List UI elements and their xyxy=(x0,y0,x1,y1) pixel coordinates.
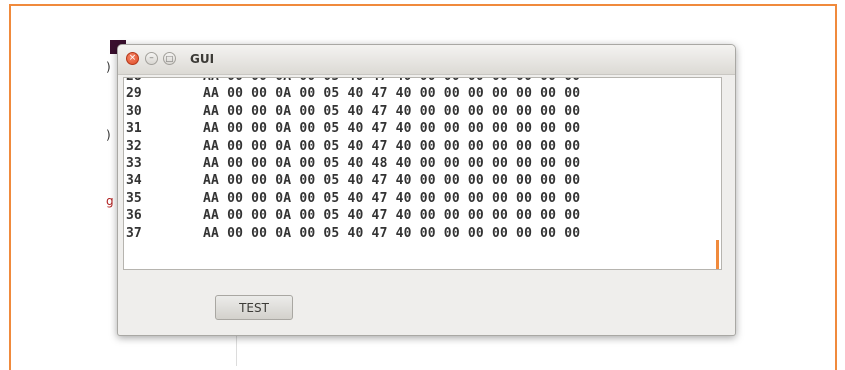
row-number: 28 xyxy=(126,78,142,84)
background-text-fragment: g xyxy=(106,194,114,208)
output-row: 36 AA 00 00 0A 00 05 40 47 40 00 00 00 00… xyxy=(124,208,721,225)
row-hex-bytes: AA 00 00 0A 00 05 40 47 40 00 00 00 00 0… xyxy=(203,86,581,102)
minimize-icon[interactable]: – xyxy=(145,52,158,65)
window-title: GUI xyxy=(190,52,215,66)
window-titlebar[interactable]: × – □ GUI xyxy=(118,45,735,75)
row-number: 29 xyxy=(126,86,142,102)
test-button[interactable]: TEST xyxy=(215,295,293,320)
row-hex-bytes: AA 00 00 0A 00 05 40 47 40 00 00 00 00 0… xyxy=(203,190,581,206)
row-hex-bytes: AA 00 00 0A 00 05 40 47 40 00 00 00 00 0… xyxy=(203,78,580,84)
row-hex-bytes: AA 00 00 0A 00 05 40 47 40 00 00 00 00 0… xyxy=(203,208,581,224)
output-row: 33 AA 00 00 0A 00 05 40 48 40 00 00 00 00… xyxy=(124,156,721,173)
output-rows: 28 AA 00 00 0A 00 05 40 47 40 00 00 00 00… xyxy=(124,78,721,243)
background-divider xyxy=(236,336,237,366)
background-text-fragment: ) xyxy=(106,128,111,142)
row-hex-bytes: AA 00 00 0A 00 05 40 47 40 00 00 00 00 0… xyxy=(203,121,581,137)
output-row: 31 AA 00 00 0A 00 05 40 47 40 00 00 00 00… xyxy=(124,121,721,138)
output-row: 32 AA 00 00 0A 00 05 40 47 40 00 00 00 00… xyxy=(124,139,721,156)
row-number: 33 xyxy=(126,155,142,171)
row-hex-bytes: AA 00 00 0A 00 05 40 47 40 00 00 00 00 0… xyxy=(203,173,581,189)
maximize-icon[interactable]: □ xyxy=(163,52,176,65)
output-row: 28 AA 00 00 0A 00 05 40 47 40 00 00 00 00… xyxy=(124,78,721,86)
output-row: 30 AA 00 00 0A 00 05 40 47 40 00 00 00 00… xyxy=(124,104,721,121)
row-number: 30 xyxy=(126,103,142,119)
row-number: 36 xyxy=(126,208,142,224)
background-text-fragment: ) xyxy=(106,60,111,74)
output-row: 37 AA 00 00 0A 00 05 40 47 40 00 00 00 00… xyxy=(124,226,721,243)
row-hex-bytes: AA 00 00 0A 00 05 40 47 40 00 00 00 00 0… xyxy=(203,225,581,241)
row-number: 34 xyxy=(126,173,142,189)
gui-window: × – □ GUI 28 AA 00 00 0A 00 05 40 47 40 0… xyxy=(117,44,736,336)
row-hex-bytes: AA 00 00 0A 00 05 40 47 40 00 00 00 00 0… xyxy=(203,138,581,154)
output-row: 35 AA 00 00 0A 00 05 40 47 40 00 00 00 00… xyxy=(124,191,721,208)
output-row: 29 AA 00 00 0A 00 05 40 47 40 00 00 00 00… xyxy=(124,86,721,103)
row-number: 32 xyxy=(126,138,142,154)
row-number: 35 xyxy=(126,190,142,206)
scrollbar-thumb[interactable] xyxy=(716,240,719,269)
row-number: 37 xyxy=(126,225,142,241)
row-hex-bytes: AA 00 00 0A 00 05 40 47 40 00 00 00 00 0… xyxy=(203,103,581,119)
close-icon[interactable]: × xyxy=(126,52,139,65)
row-number: 31 xyxy=(126,121,142,137)
row-hex-bytes: AA 00 00 0A 00 05 40 48 40 00 00 00 00 0… xyxy=(203,155,581,171)
output-text-area[interactable]: 28 AA 00 00 0A 00 05 40 47 40 00 00 00 00… xyxy=(123,77,722,270)
output-row: 34 AA 00 00 0A 00 05 40 47 40 00 00 00 00… xyxy=(124,173,721,190)
